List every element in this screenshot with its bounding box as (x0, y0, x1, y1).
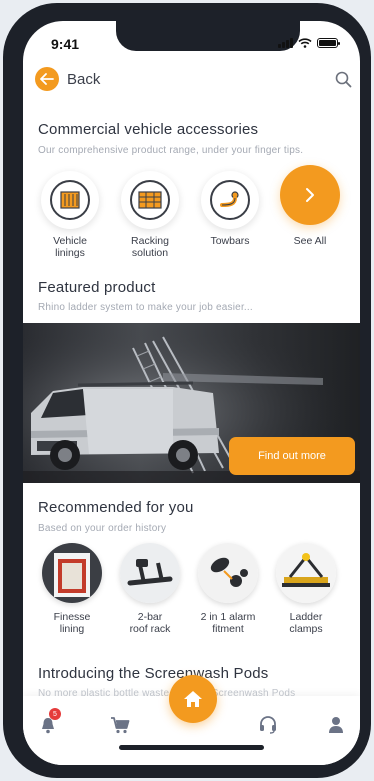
recommended-label: Finesse lining (35, 611, 109, 635)
recommended-label-line2: fitment (212, 623, 244, 635)
signal-icon (278, 38, 293, 48)
home-indicator (119, 745, 264, 750)
back-label: Back (67, 70, 101, 88)
category-circle (121, 171, 179, 229)
see-all-button[interactable]: See All (275, 165, 345, 247)
towbar-icon (210, 180, 250, 220)
recommended-label: 2-bar roof rack (113, 611, 187, 635)
recommended-label-line1: 2 in 1 alarm (200, 611, 256, 623)
recommended-item-ladder-clamps[interactable]: Ladder clamps (269, 543, 343, 635)
recommended-label-line1: 2-bar (137, 611, 163, 623)
find-out-more-button[interactable]: Find out more (229, 437, 355, 475)
racking-solution-icon (130, 180, 170, 220)
recommended-item-finesse-lining[interactable]: Finesse lining (35, 543, 109, 635)
arrow-left-icon (35, 67, 59, 91)
roof-rack-image (120, 543, 180, 603)
alarm-fitment-image (198, 543, 258, 603)
recommended-label: Ladder clamps (269, 611, 343, 635)
categories-title: Commercial vehicle accessories (38, 121, 259, 138)
category-label: Vehicle linings (35, 235, 105, 259)
recommended-label-line2: roof rack (129, 623, 171, 635)
category-label-line2: linings (55, 247, 85, 259)
phone-frame: 9:41 Back Commercial vehicle accessories… (3, 3, 371, 778)
cart-icon (111, 717, 130, 734)
category-label-line1: Towbars (210, 235, 250, 247)
see-all-circle (280, 165, 340, 225)
status-time: 9:41 (51, 36, 80, 52)
featured-title: Featured product (38, 279, 156, 296)
category-label-line2: solution (131, 247, 169, 259)
tab-support[interactable] (253, 710, 283, 740)
tab-notifications[interactable]: 5 (33, 708, 63, 740)
recommended-item-alarm-fitment[interactable]: 2 in 1 alarm fitment (191, 543, 265, 635)
recommended-label: 2 in 1 alarm fitment (191, 611, 265, 635)
recommended-label-line2: lining (59, 623, 85, 635)
category-racking-solution[interactable]: Racking solution (115, 171, 185, 259)
home-icon (184, 691, 202, 707)
vehicle-linings-icon (50, 180, 90, 220)
promo-title: Introducing the Screenwash Pods (38, 665, 269, 682)
app-screen: 9:41 Back Commercial vehicle accessories… (23, 21, 360, 765)
recommended-label-line1: Ladder (289, 611, 323, 623)
tab-cart[interactable] (105, 710, 135, 740)
category-label: Towbars (195, 235, 265, 247)
recommended-item-roof-rack[interactable]: 2-bar roof rack (113, 543, 187, 635)
chevron-right-icon (306, 188, 314, 202)
tab-home[interactable] (169, 675, 217, 723)
finesse-lining-image (42, 543, 102, 603)
category-label-line1: Vehicle (53, 235, 87, 247)
category-label-line1: Racking (131, 235, 169, 247)
see-all-label: See All (293, 235, 327, 247)
category-label: Racking solution (115, 235, 185, 259)
featured-subtitle: Rhino ladder system to make your job eas… (38, 302, 253, 313)
ladder-clamps-image (276, 543, 336, 603)
recommended-title: Recommended for you (38, 499, 194, 516)
battery-icon (317, 38, 340, 48)
recommended-label-line2: clamps (289, 623, 323, 635)
notification-badge: 5 (49, 708, 61, 720)
category-vehicle-linings[interactable]: Vehicle linings (35, 171, 105, 259)
back-button[interactable]: Back (35, 67, 100, 91)
recommended-subtitle: Based on your order history (38, 523, 167, 534)
tab-account[interactable] (321, 710, 351, 740)
wifi-icon (298, 38, 312, 48)
device-notch (116, 21, 300, 51)
headset-icon (260, 716, 276, 734)
recommended-label-line1: Finesse (53, 611, 91, 623)
user-icon (329, 717, 343, 733)
search-icon[interactable] (335, 71, 352, 93)
featured-product-banner[interactable]: Find out more (23, 323, 360, 483)
top-nav: Back (35, 67, 355, 95)
category-circle (201, 171, 259, 229)
status-icons (278, 38, 340, 48)
category-circle (41, 171, 99, 229)
category-towbars[interactable]: Towbars (195, 171, 265, 247)
categories-subtitle: Our comprehensive product range, under y… (38, 145, 304, 156)
